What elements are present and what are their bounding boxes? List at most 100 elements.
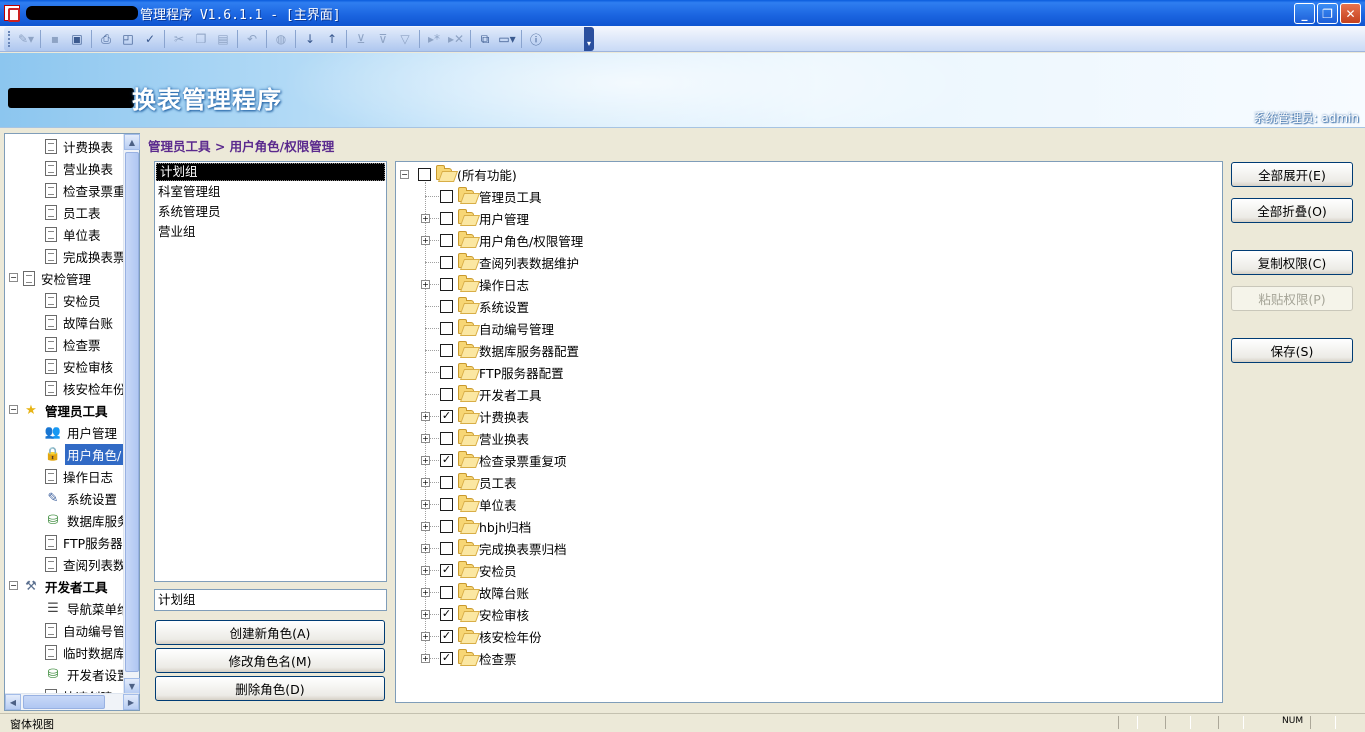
nav-item[interactable]: 👥 用户管理	[45, 421, 119, 443]
collapse-icon[interactable]: −	[9, 581, 18, 590]
nav-item[interactable]: 🔒 用户角色/	[45, 443, 124, 465]
spellcheck-icon[interactable]: ✓	[140, 29, 160, 49]
scroll-right-icon[interactable]: ▶	[123, 694, 139, 710]
help-icon[interactable]: ⓘ	[526, 29, 546, 49]
paste-icon[interactable]: ▤	[213, 29, 233, 49]
expand-icon[interactable]: +	[421, 434, 430, 443]
sort-desc-icon[interactable]: ↑	[322, 29, 342, 49]
delete-role-button[interactable]: 删除角色(D)	[155, 676, 385, 701]
window-icon[interactable]: ⧉	[475, 29, 495, 49]
expand-icon[interactable]: +	[421, 214, 430, 223]
expand-icon[interactable]: +	[421, 632, 430, 641]
edit-icon[interactable]: ✎▾	[16, 29, 36, 49]
nav-item[interactable]: 核安检年份	[45, 377, 127, 399]
permission-checkbox[interactable]	[440, 343, 453, 357]
expand-icon[interactable]: +	[421, 544, 430, 553]
permission-checkbox[interactable]	[440, 233, 453, 247]
permission-node[interactable]: 完成换表票归档	[440, 537, 567, 559]
permission-root-node[interactable]: (所有功能)	[418, 163, 517, 185]
permission-checkbox[interactable]	[440, 585, 453, 599]
collapse-all-button[interactable]: 全部折叠(O)	[1231, 198, 1353, 223]
role-list[interactable]: 计划组 科室管理组 系统管理员 营业组	[154, 161, 387, 582]
permission-checkbox[interactable]	[440, 519, 453, 533]
permission-checkbox[interactable]	[440, 431, 453, 445]
permission-node[interactable]: 系统设置	[440, 295, 529, 317]
permission-node[interactable]: 开发者工具	[440, 383, 542, 405]
nav-delete-icon[interactable]: ▸✕	[446, 29, 466, 49]
role-list-item[interactable]: 系统管理员	[155, 202, 386, 222]
scroll-left-icon[interactable]: ◀	[5, 694, 21, 710]
permission-checkbox[interactable]	[440, 497, 453, 511]
expand-icon[interactable]: +	[421, 610, 430, 619]
minimize-button[interactable]: _	[1294, 3, 1315, 24]
permission-node[interactable]: 故障台账	[440, 581, 529, 603]
permission-node[interactable]: 管理员工具	[440, 185, 542, 207]
permission-tree[interactable]: − (所有功能) 管理员工具 + 用户管理 + 用户角色/权限管理 查阅列表数据维护 + 操作日志…	[395, 161, 1223, 703]
permission-checkbox[interactable]	[440, 255, 453, 269]
toolbar-grip[interactable]	[8, 31, 11, 47]
scroll-up-icon[interactable]: ▲	[124, 134, 140, 150]
nav-item[interactable]: 检查录票重	[45, 179, 127, 201]
permission-node[interactable]: 查阅列表数据维护	[440, 251, 579, 273]
nav-item[interactable]: ☰ 导航菜单维	[45, 597, 127, 619]
save-as-icon[interactable]: ▣	[67, 29, 87, 49]
filter-edit-icon[interactable]: ⊽	[373, 29, 393, 49]
toolbar-overflow-icon[interactable]: ▾	[584, 27, 594, 51]
paste-permissions-button[interactable]: 粘贴权限(P)	[1231, 286, 1353, 311]
copy-permissions-button[interactable]: 复制权限(C)	[1231, 250, 1353, 275]
nav-item[interactable]: FTP服务器	[45, 531, 125, 553]
permission-checkbox[interactable]: ✓	[440, 607, 453, 621]
collapse-icon[interactable]: −	[9, 405, 18, 414]
permission-checkbox[interactable]	[440, 475, 453, 489]
expand-icon[interactable]: +	[421, 654, 430, 663]
nav-item[interactable]: 故障台账	[45, 311, 115, 333]
create-role-button[interactable]: 创建新角色(A)	[155, 620, 385, 645]
filter-clear-icon[interactable]: ▽	[395, 29, 415, 49]
permission-node[interactable]: 单位表	[440, 493, 517, 515]
permission-checkbox[interactable]: ✓	[440, 563, 453, 577]
print-preview-icon[interactable]: ◰	[118, 29, 138, 49]
undo-icon[interactable]: ↶	[242, 29, 262, 49]
permission-node[interactable]: 用户角色/权限管理	[440, 229, 583, 251]
permission-node[interactable]: ✓ 计费换表	[440, 405, 529, 427]
expand-icon[interactable]: +	[421, 522, 430, 531]
permission-node[interactable]: 操作日志	[440, 273, 529, 295]
nav-item[interactable]: ⛁ 开发者设置	[45, 663, 127, 685]
permission-node[interactable]: 自动编号管理	[440, 317, 554, 339]
permission-checkbox[interactable]	[440, 321, 453, 335]
role-list-item[interactable]: 计划组	[156, 163, 385, 181]
filter-icon[interactable]: ⊻	[351, 29, 371, 49]
nav-next-icon[interactable]: ▸*	[424, 29, 444, 49]
permission-checkbox[interactable]: ✓	[440, 651, 453, 665]
permission-node[interactable]: ✓ 安检审核	[440, 603, 529, 625]
expand-icon[interactable]: +	[421, 412, 430, 421]
nav-vertical-scrollbar[interactable]: ▲ ▼	[123, 134, 140, 694]
expand-all-button[interactable]: 全部展开(E)	[1231, 162, 1353, 187]
rename-role-button[interactable]: 修改角色名(M)	[155, 648, 385, 673]
permission-checkbox[interactable]	[440, 365, 453, 379]
expand-icon[interactable]: +	[421, 500, 430, 509]
permission-node[interactable]: FTP服务器配置	[440, 361, 564, 383]
permission-checkbox[interactable]	[440, 189, 453, 203]
print-icon[interactable]: ⎙	[96, 29, 116, 49]
permission-node[interactable]: ✓ 核安检年份	[440, 625, 542, 647]
nav-item[interactable]: 安检审核	[45, 355, 115, 377]
save-button[interactable]: 保存(S)	[1231, 338, 1353, 363]
collapse-icon[interactable]: −	[400, 170, 409, 179]
nav-item[interactable]: 单位表	[45, 223, 103, 245]
permission-checkbox[interactable]: ✓	[440, 629, 453, 643]
permission-node[interactable]: ✓ 检查录票重复项	[440, 449, 567, 471]
permission-node[interactable]: 数据库服务器配置	[440, 339, 579, 361]
permission-checkbox[interactable]: ✓	[440, 453, 453, 467]
expand-icon[interactable]: +	[421, 456, 430, 465]
permission-node[interactable]: 员工表	[440, 471, 517, 493]
permission-checkbox[interactable]	[440, 541, 453, 555]
expand-icon[interactable]: +	[421, 478, 430, 487]
nav-item[interactable]: − ★ 管理员工具	[9, 399, 110, 421]
save-icon[interactable]: ▪	[45, 29, 65, 49]
expand-icon[interactable]: +	[421, 588, 430, 597]
role-list-item[interactable]: 科室管理组	[155, 182, 386, 202]
cut-icon[interactable]: ✂	[169, 29, 189, 49]
nav-item[interactable]: 自动编号管	[45, 619, 127, 641]
permission-checkbox[interactable]	[440, 211, 453, 225]
